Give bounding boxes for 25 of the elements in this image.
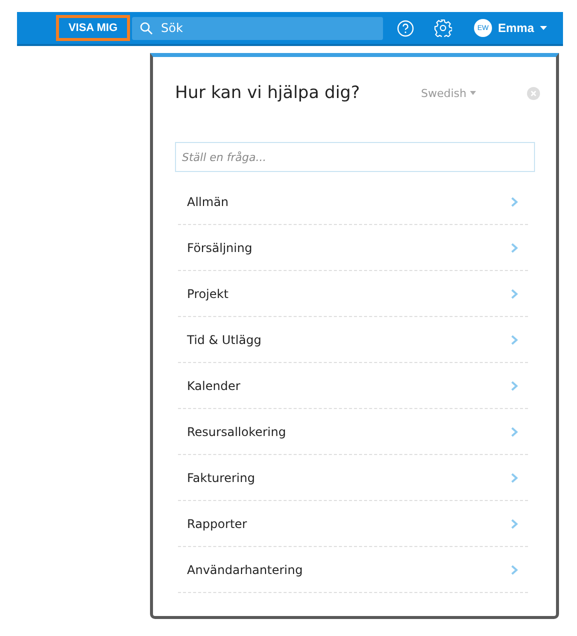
chevron-right-icon bbox=[511, 334, 518, 344]
chevron-right-icon bbox=[511, 426, 518, 436]
chevron-right-icon bbox=[511, 196, 518, 206]
settings-icon[interactable] bbox=[434, 19, 452, 37]
topic-item[interactable]: Allmän bbox=[178, 179, 528, 225]
caret-icon bbox=[470, 91, 476, 95]
topic-item[interactable]: Projekt bbox=[178, 271, 528, 317]
show-me-button[interactable]: VISA MIG bbox=[56, 15, 130, 41]
chevron-right-icon bbox=[511, 518, 518, 528]
chevron-right-icon bbox=[511, 564, 518, 574]
help-icon[interactable] bbox=[397, 20, 414, 36]
panel-title: Hur kan vi hjälpa dig? bbox=[175, 83, 361, 103]
chevron-right-icon bbox=[511, 242, 518, 252]
topic-item[interactable]: Tid & Utlägg bbox=[178, 317, 528, 363]
chevron-right-icon bbox=[511, 472, 518, 482]
chevron-right-icon bbox=[511, 288, 518, 298]
topic-item[interactable]: Försäljning bbox=[178, 225, 528, 271]
caret-icon bbox=[540, 26, 548, 30]
topic-item[interactable]: Resursallokering bbox=[178, 409, 528, 455]
topic-item[interactable]: Fakturering bbox=[178, 455, 528, 501]
topic-item[interactable]: Kalender bbox=[178, 363, 528, 409]
topic-item[interactable]: Användarhantering bbox=[178, 547, 528, 593]
topic-item[interactable]: Rapporter bbox=[178, 501, 528, 547]
question-field[interactable]: Ställ en fråga... bbox=[175, 142, 535, 172]
chevron-right-icon bbox=[511, 380, 518, 390]
